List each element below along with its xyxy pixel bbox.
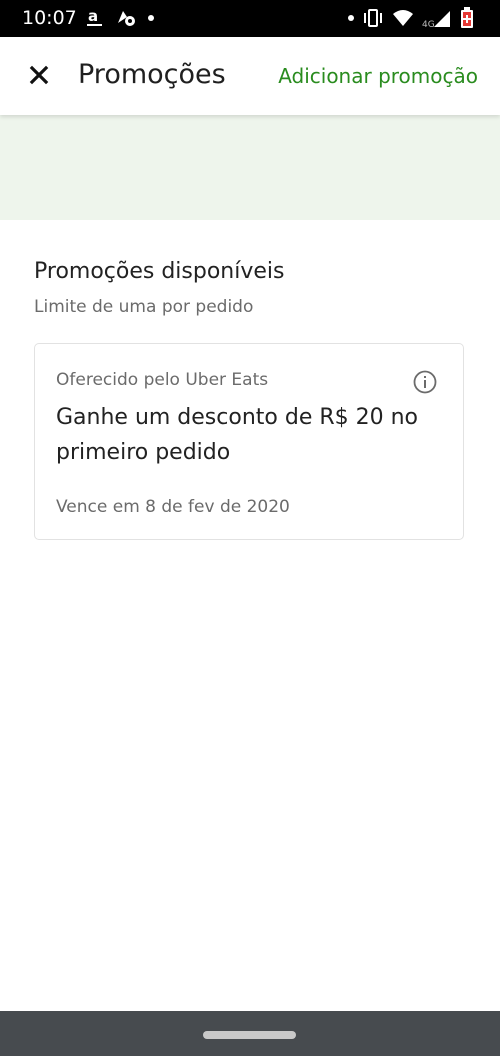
status-right-icons: 4G [348, 6, 474, 30]
promo-card[interactable]: Oferecido pelo Uber Eats Ganhe um descon… [34, 343, 464, 540]
close-icon [29, 65, 49, 85]
promo-expiry: Vence em 8 de fev de 2020 [56, 497, 290, 517]
status-left-icons: a [86, 6, 154, 30]
svg-text:4G: 4G [422, 20, 435, 29]
kite-icon [118, 11, 135, 26]
notification-dot-icon [348, 15, 354, 21]
signal-4g-icon: 4G [422, 11, 450, 29]
section-subtitle: Limite de uma por pedido [34, 297, 254, 317]
notification-dot-icon [148, 15, 154, 21]
vibrate-icon [364, 9, 382, 27]
promo-description: Ganhe um desconto de R$ 20 no primeiro p… [56, 405, 419, 465]
system-nav-bar [0, 1011, 500, 1056]
amazon-icon: a [87, 7, 102, 26]
close-button[interactable] [22, 58, 56, 92]
section-title: Promoções disponíveis [34, 259, 285, 284]
battery-icon [461, 7, 473, 28]
header: Promoções Adicionar promoção [0, 37, 500, 115]
promo-offered-by: Oferecido pelo Uber Eats [56, 370, 269, 390]
promo-banner [0, 115, 500, 220]
add-promotion-button[interactable]: Adicionar promoção [278, 64, 478, 88]
info-icon[interactable] [412, 369, 438, 395]
status-time: 10:07 [22, 7, 77, 29]
wifi-icon [393, 10, 413, 26]
screen: 10:07 a 4G Promoções Adicionar promoção … [0, 0, 500, 1056]
page-title: Promoções [78, 59, 226, 90]
home-gesture-pill[interactable] [203, 1031, 296, 1039]
status-bar: 10:07 a 4G [0, 0, 500, 37]
svg-text:a: a [88, 7, 98, 25]
